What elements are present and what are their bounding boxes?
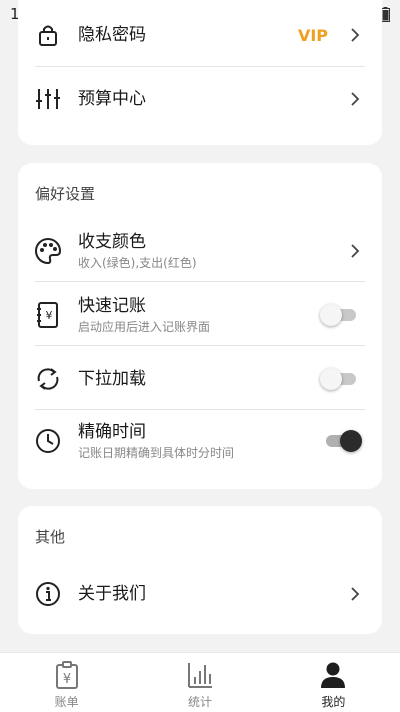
divider	[35, 345, 365, 346]
svg-text:¥: ¥	[46, 309, 53, 322]
income-expense-color-label: 收支颜色	[78, 232, 146, 252]
clock-icon	[34, 427, 62, 455]
toggle-knob	[320, 304, 342, 326]
tab-statistics[interactable]: 统计	[133, 653, 266, 712]
pull-to-load-toggle[interactable]	[320, 368, 360, 390]
privacy-password-label: 隐私密码	[78, 25, 146, 45]
others-card: 其他 关于我们	[18, 506, 382, 634]
quick-record-toggle[interactable]	[320, 304, 360, 326]
chevron-right-icon	[348, 244, 362, 258]
preferences-title: 偏好设置	[35, 185, 96, 203]
income-expense-color-row[interactable]: 收支颜色 收入(绿色),支出(红色)	[18, 231, 382, 271]
precise-time-row: 精确时间 记账日期精确到具体时分时间	[18, 421, 382, 461]
tab-bills[interactable]: ¥ 账单	[0, 653, 133, 712]
refresh-icon	[34, 365, 62, 393]
sliders-icon	[34, 85, 62, 113]
notebook-yen-icon: ¥	[34, 301, 62, 329]
preferences-card: 偏好设置 收支颜色 收入(绿色),支出(红色) ¥ 快速记账 启动应用后进入记账…	[18, 163, 382, 489]
bar-chart-icon	[187, 663, 212, 688]
divider	[35, 409, 365, 410]
tab-statistics-label: 统计	[187, 695, 212, 709]
person-icon	[321, 662, 346, 688]
privacy-password-row[interactable]: 隐私密码 VIP	[18, 18, 382, 52]
quick-record-desc: 启动应用后进入记账界面	[78, 320, 211, 334]
precise-time-label: 精确时间	[78, 422, 146, 442]
budget-center-label: 预算中心	[78, 89, 146, 109]
toggle-knob	[320, 368, 342, 390]
svg-text:¥: ¥	[63, 672, 71, 687]
toggle-knob	[340, 430, 362, 452]
income-expense-color-desc: 收入(绿色),支出(红色)	[78, 256, 197, 270]
bottom-tab-bar: ¥ 账单 统计 我的	[0, 652, 400, 712]
about-us-label: 关于我们	[78, 584, 146, 604]
battery-icon	[381, 6, 390, 22]
quick-record-label: 快速记账	[78, 296, 146, 316]
vip-badge: VIP	[297, 25, 328, 45]
lock-icon	[34, 21, 62, 49]
pull-to-load-row: 下拉加载	[18, 359, 382, 399]
divider	[35, 66, 365, 67]
info-icon	[34, 580, 62, 608]
others-title: 其他	[35, 528, 66, 546]
pull-to-load-label: 下拉加载	[78, 369, 146, 389]
tab-bills-label: 账单	[54, 695, 79, 709]
about-us-row[interactable]: 关于我们	[18, 574, 382, 614]
budget-center-row[interactable]: 预算中心	[18, 82, 382, 116]
tab-mine-label: 我的	[321, 695, 346, 709]
chevron-right-icon	[348, 28, 362, 42]
tab-mine[interactable]: 我的	[267, 653, 400, 712]
account-card: 隐私密码 VIP 预算中心	[18, 0, 382, 145]
chevron-right-icon	[348, 92, 362, 106]
palette-icon	[34, 237, 62, 265]
precise-time-desc: 记账日期精确到具体时分时间	[78, 446, 235, 460]
precise-time-toggle[interactable]	[322, 430, 362, 452]
bill-clipboard-icon: ¥	[55, 661, 78, 689]
chevron-right-icon	[348, 587, 362, 601]
quick-record-row: ¥ 快速记账 启动应用后进入记账界面	[18, 295, 382, 335]
divider	[35, 281, 365, 282]
